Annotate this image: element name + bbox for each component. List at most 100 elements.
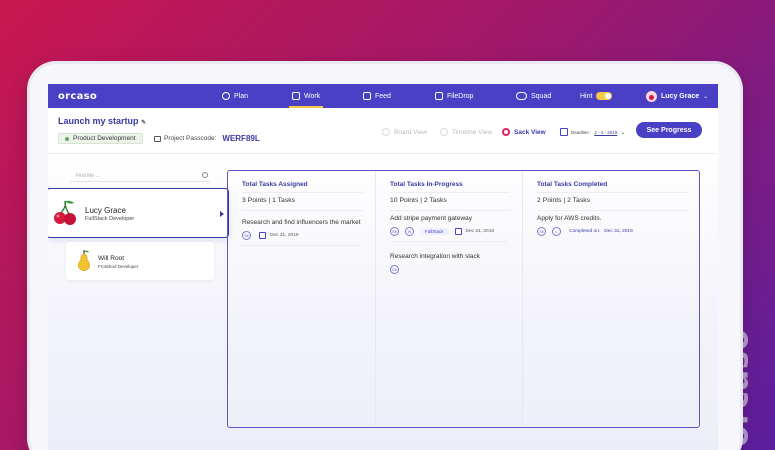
deadline-value: 2 - 4 - 2019 bbox=[594, 129, 618, 135]
task-date: Dec 31, 2019 bbox=[604, 229, 633, 234]
nav-item-work[interactable]: Work bbox=[288, 84, 324, 108]
member-role: FullStack Developer bbox=[85, 216, 135, 222]
chevron-down-icon: ⌄ bbox=[620, 129, 626, 136]
task-title[interactable]: Apply for AWS credits. bbox=[537, 215, 601, 222]
top-nav: orcaso Plan Work Feed FileDrop Squad Hin… bbox=[48, 84, 718, 108]
task-title[interactable]: Research integration with slack bbox=[390, 253, 480, 260]
nav-item-filedrop[interactable]: FileDrop bbox=[435, 84, 473, 108]
plan-icon bbox=[222, 92, 230, 100]
edit-pencil-icon[interactable]: ✎ bbox=[141, 120, 146, 126]
assignee-avatar[interactable]: Sb bbox=[537, 227, 546, 236]
pear-icon bbox=[78, 250, 90, 271]
app-logo[interactable]: orcaso bbox=[58, 91, 97, 102]
view-label: Sack View bbox=[514, 128, 546, 136]
divider bbox=[537, 192, 689, 193]
view-option-board[interactable]: Board View bbox=[382, 128, 427, 136]
column-title: Total Tasks Assigned bbox=[242, 181, 308, 188]
app-screen: orcaso Plan Work Feed FileDrop Squad Hin… bbox=[48, 84, 718, 450]
column-tasks: 2 Tasks bbox=[567, 197, 591, 204]
tag-dot-icon bbox=[65, 136, 69, 141]
member-card-will[interactable]: Will Root FrontEnd Developer bbox=[66, 242, 214, 280]
divider bbox=[537, 210, 689, 211]
radio-sack[interactable] bbox=[502, 128, 510, 136]
nav-item-squad[interactable]: Squad bbox=[516, 84, 551, 108]
column-assigned: Total Tasks Assigned 3 Points | 1 Tasks … bbox=[228, 171, 375, 427]
see-progress-button[interactable]: See Progress bbox=[636, 122, 702, 138]
passcode-value: WERF89L bbox=[222, 134, 260, 143]
deadline-picker[interactable]: Deadline : 2 - 4 - 2019 ⌄ bbox=[560, 128, 625, 136]
view-label: Timeline View bbox=[452, 128, 493, 136]
nav-item-label: Work bbox=[304, 92, 321, 100]
squad-icon bbox=[516, 92, 527, 100]
calendar-icon bbox=[259, 232, 266, 239]
radio-timeline[interactable] bbox=[440, 128, 448, 136]
column-tasks: 1 Tasks bbox=[272, 197, 296, 204]
project-tag: Product Development bbox=[58, 133, 143, 144]
assignee-avatar[interactable]: W bbox=[405, 227, 414, 236]
task-tag: FullStack bbox=[420, 228, 449, 235]
passcode-label: Project Passcode: bbox=[164, 135, 217, 142]
user-avatar bbox=[646, 90, 657, 102]
task-board: Total Tasks Assigned 3 Points | 1 Tasks … bbox=[227, 170, 700, 428]
nav-item-feed[interactable]: Feed bbox=[363, 84, 391, 108]
caret-right-icon bbox=[220, 211, 224, 217]
task-meta: Rb W FullStack Dec 31, 2019 bbox=[390, 227, 494, 236]
tablet-frame: orcaso Plan Work Feed FileDrop Squad Hin… bbox=[30, 64, 740, 450]
project-tag-label: Product Development bbox=[73, 135, 136, 142]
task-meta: Sb Dec 31, 2019 bbox=[242, 231, 299, 240]
view-option-sack[interactable]: Sack View bbox=[502, 128, 546, 136]
project-title[interactable]: Launch my startup ✎ bbox=[58, 116, 146, 126]
nav-item-label: Plan bbox=[234, 92, 249, 100]
user-menu[interactable]: Lucy Grace ⌄ bbox=[646, 84, 708, 108]
column-points: 10 Points bbox=[390, 197, 419, 204]
search-placeholder: Find Me ... bbox=[76, 172, 100, 179]
hint-switch[interactable] bbox=[596, 92, 613, 100]
task-title[interactable]: Add stripe payment gateway bbox=[390, 215, 472, 222]
project-passcode: Project Passcode: WERF89L bbox=[154, 134, 260, 143]
assignee-avatar[interactable]: Rb bbox=[390, 227, 399, 236]
nav-item-plan[interactable]: Plan bbox=[222, 84, 248, 108]
filedrop-icon bbox=[435, 92, 443, 100]
task-meta: Sb L Completed on: Dec 31, 2019 bbox=[537, 227, 633, 236]
lock-icon bbox=[154, 135, 161, 142]
calendar-icon bbox=[560, 128, 568, 136]
column-stats: 2 Points | 2 Tasks bbox=[537, 197, 591, 204]
task-title[interactable]: Research and find influencers the market bbox=[242, 219, 361, 226]
hint-label: Hint bbox=[580, 92, 593, 100]
assignee-avatar[interactable]: L bbox=[552, 227, 561, 236]
assignee-avatar[interactable]: Gb bbox=[390, 265, 399, 274]
divider bbox=[390, 241, 508, 242]
column-stats: 10 Points | 2 Tasks bbox=[390, 197, 447, 204]
column-points: 3 Points bbox=[242, 197, 267, 204]
divider bbox=[390, 192, 510, 193]
main-content: Find Me ... Lucy Grace FullStack Develop… bbox=[48, 154, 718, 450]
nav-item-label: Squad bbox=[531, 92, 552, 100]
work-icon bbox=[292, 92, 300, 100]
divider bbox=[390, 210, 510, 211]
member-card-lucy[interactable]: Lucy Grace FullStack Developer bbox=[48, 188, 229, 238]
view-option-timeline[interactable]: Timeline View bbox=[440, 128, 492, 136]
feed-icon bbox=[363, 92, 371, 100]
deadline-label: Deadline : bbox=[571, 129, 592, 135]
hint-toggle[interactable]: Hint bbox=[580, 84, 613, 108]
radio-board[interactable] bbox=[382, 128, 390, 136]
nav-item-label: Feed bbox=[375, 92, 391, 100]
calendar-icon bbox=[454, 228, 462, 235]
task-meta: Gb bbox=[390, 265, 399, 274]
column-title: Total Tasks In-Progress bbox=[390, 181, 463, 188]
column-in-progress: Total Tasks In-Progress 10 Points | 2 Ta… bbox=[375, 171, 522, 427]
task-date: Dec 31, 2019 bbox=[465, 229, 495, 234]
project-title-text: Launch my startup bbox=[58, 116, 139, 126]
assignee-avatar[interactable]: Sb bbox=[242, 231, 251, 240]
divider bbox=[242, 192, 363, 193]
chevron-down-icon: ⌄ bbox=[703, 93, 709, 100]
column-title: Total Tasks Completed bbox=[537, 181, 608, 188]
member-search-input[interactable]: Find Me ... bbox=[70, 170, 210, 182]
column-stats: 3 Points | 1 Tasks bbox=[242, 197, 296, 204]
divider bbox=[242, 245, 361, 246]
divider bbox=[242, 210, 363, 211]
user-name: Lucy Grace bbox=[661, 92, 700, 100]
cherry-icon bbox=[54, 200, 76, 225]
member-role: FrontEnd Developer bbox=[98, 264, 139, 269]
search-icon[interactable] bbox=[202, 172, 208, 178]
